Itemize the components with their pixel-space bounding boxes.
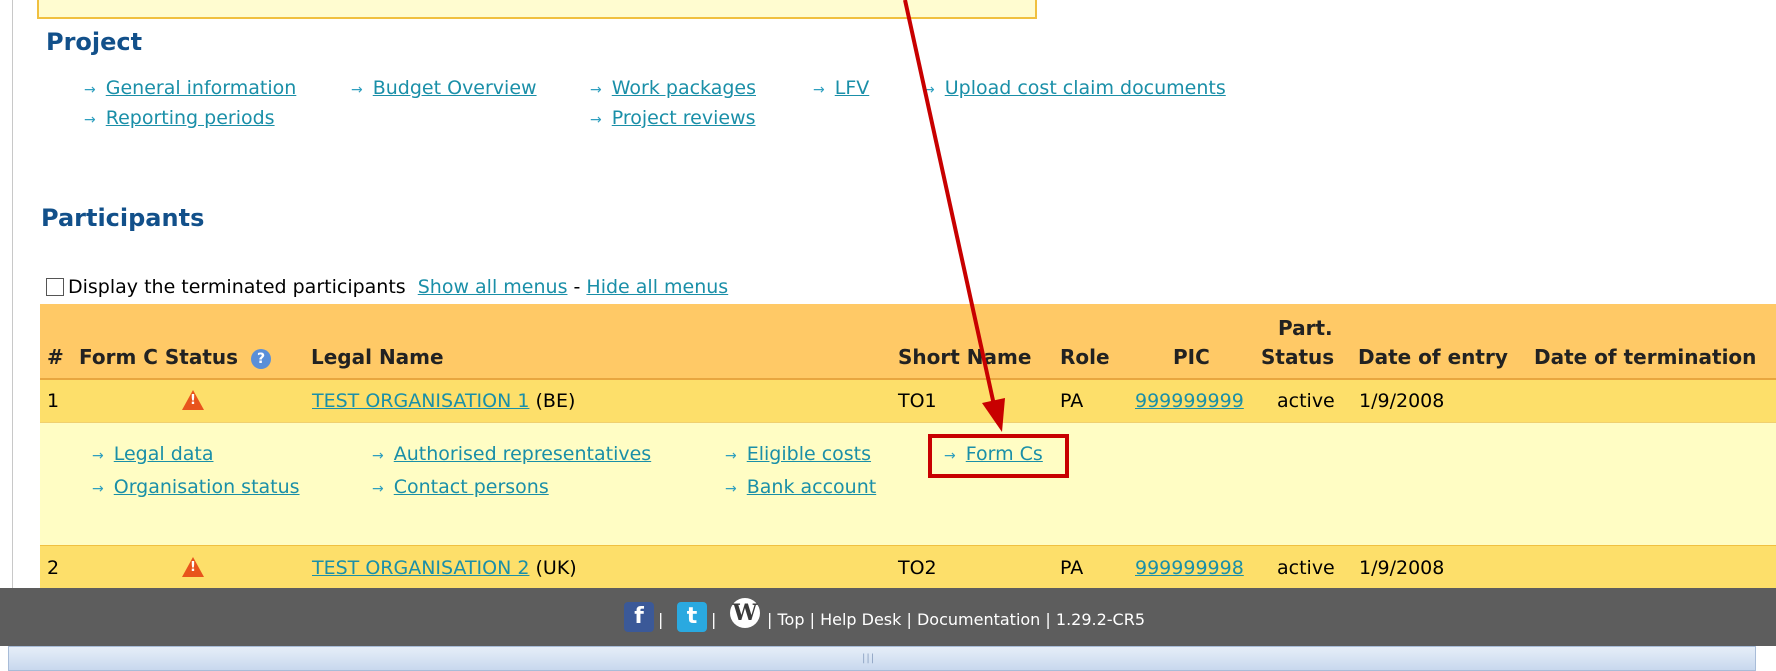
footer-documentation-link[interactable]: Documentation: [917, 610, 1040, 629]
footer-separator: |: [906, 610, 912, 629]
facebook-icon[interactable]: f: [624, 602, 654, 632]
footer-separator: |: [658, 610, 664, 629]
footer-separator: |: [1045, 610, 1051, 629]
wordpress-icon[interactable]: W: [730, 598, 760, 628]
annotation-arrow-head: [982, 398, 1005, 432]
footer-help-desk-link[interactable]: Help Desk: [820, 610, 901, 629]
footer-separator: |: [809, 610, 815, 629]
footer-version: 1.29.2-CR5: [1055, 610, 1146, 629]
footer-separator: |: [767, 610, 773, 629]
footer-links: | Top | Help Desk | Documentation | 1.29…: [767, 610, 1145, 629]
horizontal-scrollbar[interactable]: [8, 646, 1756, 671]
footer: f | t | W | Top | Help Desk | Documentat…: [0, 588, 1776, 646]
twitter-icon[interactable]: t: [677, 602, 707, 632]
annotation-arrow: [903, 0, 1005, 432]
scrollbar-grip-icon[interactable]: |||: [862, 653, 875, 664]
footer-top-link[interactable]: Top: [777, 610, 804, 629]
footer-separator: |: [711, 610, 717, 629]
annotation-arrow-line: [903, 0, 996, 406]
